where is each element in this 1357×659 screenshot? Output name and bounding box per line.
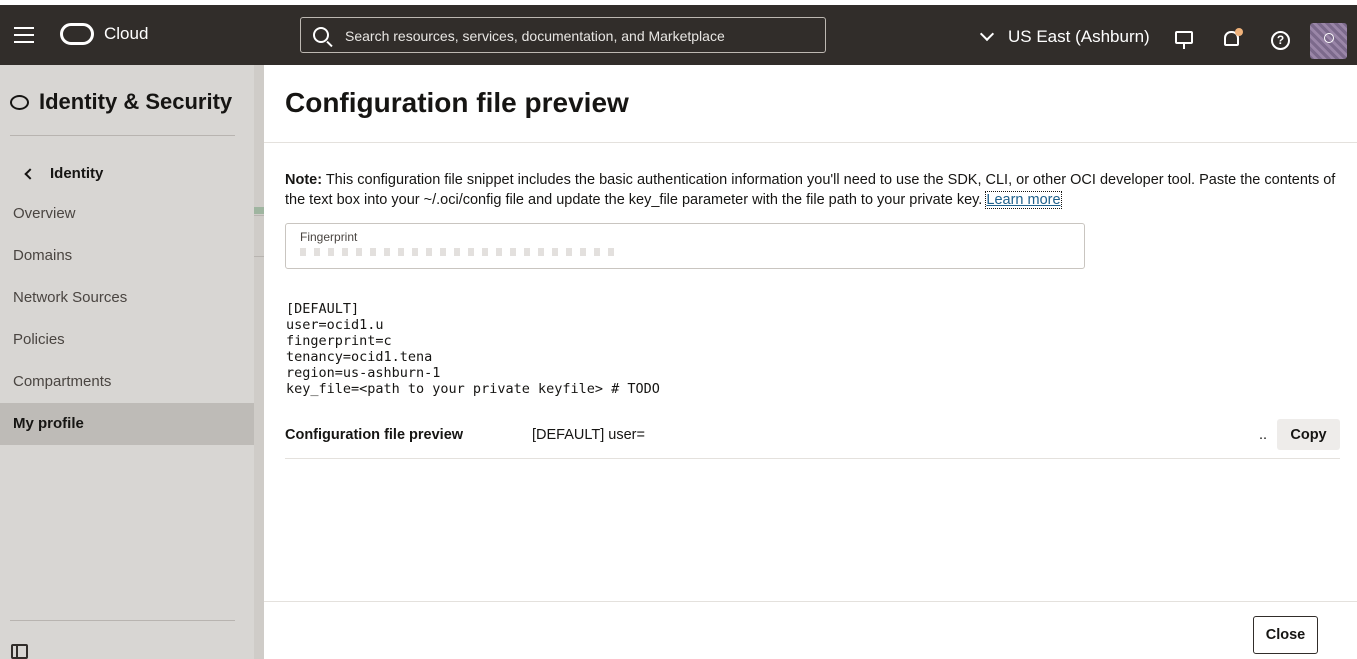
config-textbox[interactable]: [DEFAULT] user=ocid1.u fingerprint=c tenanc… bbox=[286, 301, 660, 397]
chevron-down-icon bbox=[979, 26, 995, 42]
sidebar-item-overview[interactable]: Overview bbox=[0, 193, 254, 235]
row-value: [DEFAULT] user= bbox=[532, 427, 645, 443]
row-ellipsis: .. bbox=[1259, 427, 1268, 443]
help-icon[interactable]: ? bbox=[1271, 31, 1291, 51]
sidebar-item-compartments[interactable]: Compartments bbox=[0, 361, 254, 403]
menu-icon[interactable] bbox=[14, 27, 34, 43]
top-header: Cloud US East (Ashburn) ? bbox=[0, 5, 1357, 65]
region-selector[interactable]: US East (Ashburn) bbox=[979, 26, 1150, 47]
background-page-edge bbox=[254, 65, 264, 659]
divider bbox=[10, 620, 235, 621]
region-label: US East (Ashburn) bbox=[1008, 27, 1150, 46]
config-line: fingerprint=c bbox=[286, 333, 392, 349]
close-button[interactable]: Close bbox=[1253, 616, 1318, 654]
sidebar-item-domains[interactable]: Domains bbox=[0, 235, 254, 277]
search-bar[interactable] bbox=[300, 17, 826, 53]
sidebar-item-policies[interactable]: Policies bbox=[0, 319, 254, 361]
brand-name[interactable]: Cloud bbox=[104, 24, 148, 44]
row-label: Configuration file preview bbox=[285, 427, 464, 443]
search-icon bbox=[313, 27, 329, 43]
collapse-sidebar-icon[interactable] bbox=[11, 644, 28, 659]
panel-title: Configuration file preview bbox=[285, 87, 629, 118]
fingerprint-field[interactable]: Fingerprint bbox=[285, 223, 1085, 269]
sidebar-title: Identity & Security bbox=[10, 89, 232, 115]
copy-button[interactable]: Copy bbox=[1277, 419, 1340, 450]
search-input[interactable] bbox=[345, 25, 815, 47]
note-text: Note: This configuration file snippet in… bbox=[285, 171, 1345, 210]
note-bold: Note: bbox=[285, 172, 323, 188]
sidebar-back-identity[interactable]: Identity bbox=[22, 165, 103, 182]
sidebar: Identity & Security Identity Overview Do… bbox=[0, 65, 254, 659]
config-line: region=us-ashburn-1 bbox=[286, 365, 441, 381]
identity-security-icon bbox=[10, 94, 29, 110]
config-line: tenancy=ocid1.tena bbox=[286, 349, 433, 365]
oracle-logo[interactable] bbox=[60, 23, 94, 45]
config-preview-panel: Configuration file preview Note: This co… bbox=[264, 65, 1357, 659]
divider bbox=[264, 601, 1357, 602]
learn-more-link[interactable]: Learn more bbox=[985, 190, 1062, 209]
config-line: key_file=<path to your private keyfile> … bbox=[286, 381, 660, 397]
fingerprint-value-redacted bbox=[300, 248, 620, 256]
config-line: [DEFAULT] bbox=[286, 301, 360, 317]
bell-icon[interactable] bbox=[1224, 28, 1244, 51]
note-body: This configuration file snippet includes… bbox=[285, 172, 1336, 208]
developer-tools-icon[interactable] bbox=[1175, 31, 1195, 51]
sidebar-item-my-profile[interactable]: My profile bbox=[0, 403, 254, 445]
divider bbox=[264, 142, 1357, 143]
divider bbox=[10, 135, 235, 136]
avatar[interactable] bbox=[1310, 23, 1347, 59]
config-preview-row: Configuration file preview [DEFAULT] use… bbox=[285, 418, 1340, 459]
fingerprint-label: Fingerprint bbox=[300, 230, 358, 244]
chevron-left-icon bbox=[24, 167, 36, 180]
sidebar-item-network-sources[interactable]: Network Sources bbox=[0, 277, 254, 319]
config-line: user=ocid1.u bbox=[286, 317, 384, 333]
